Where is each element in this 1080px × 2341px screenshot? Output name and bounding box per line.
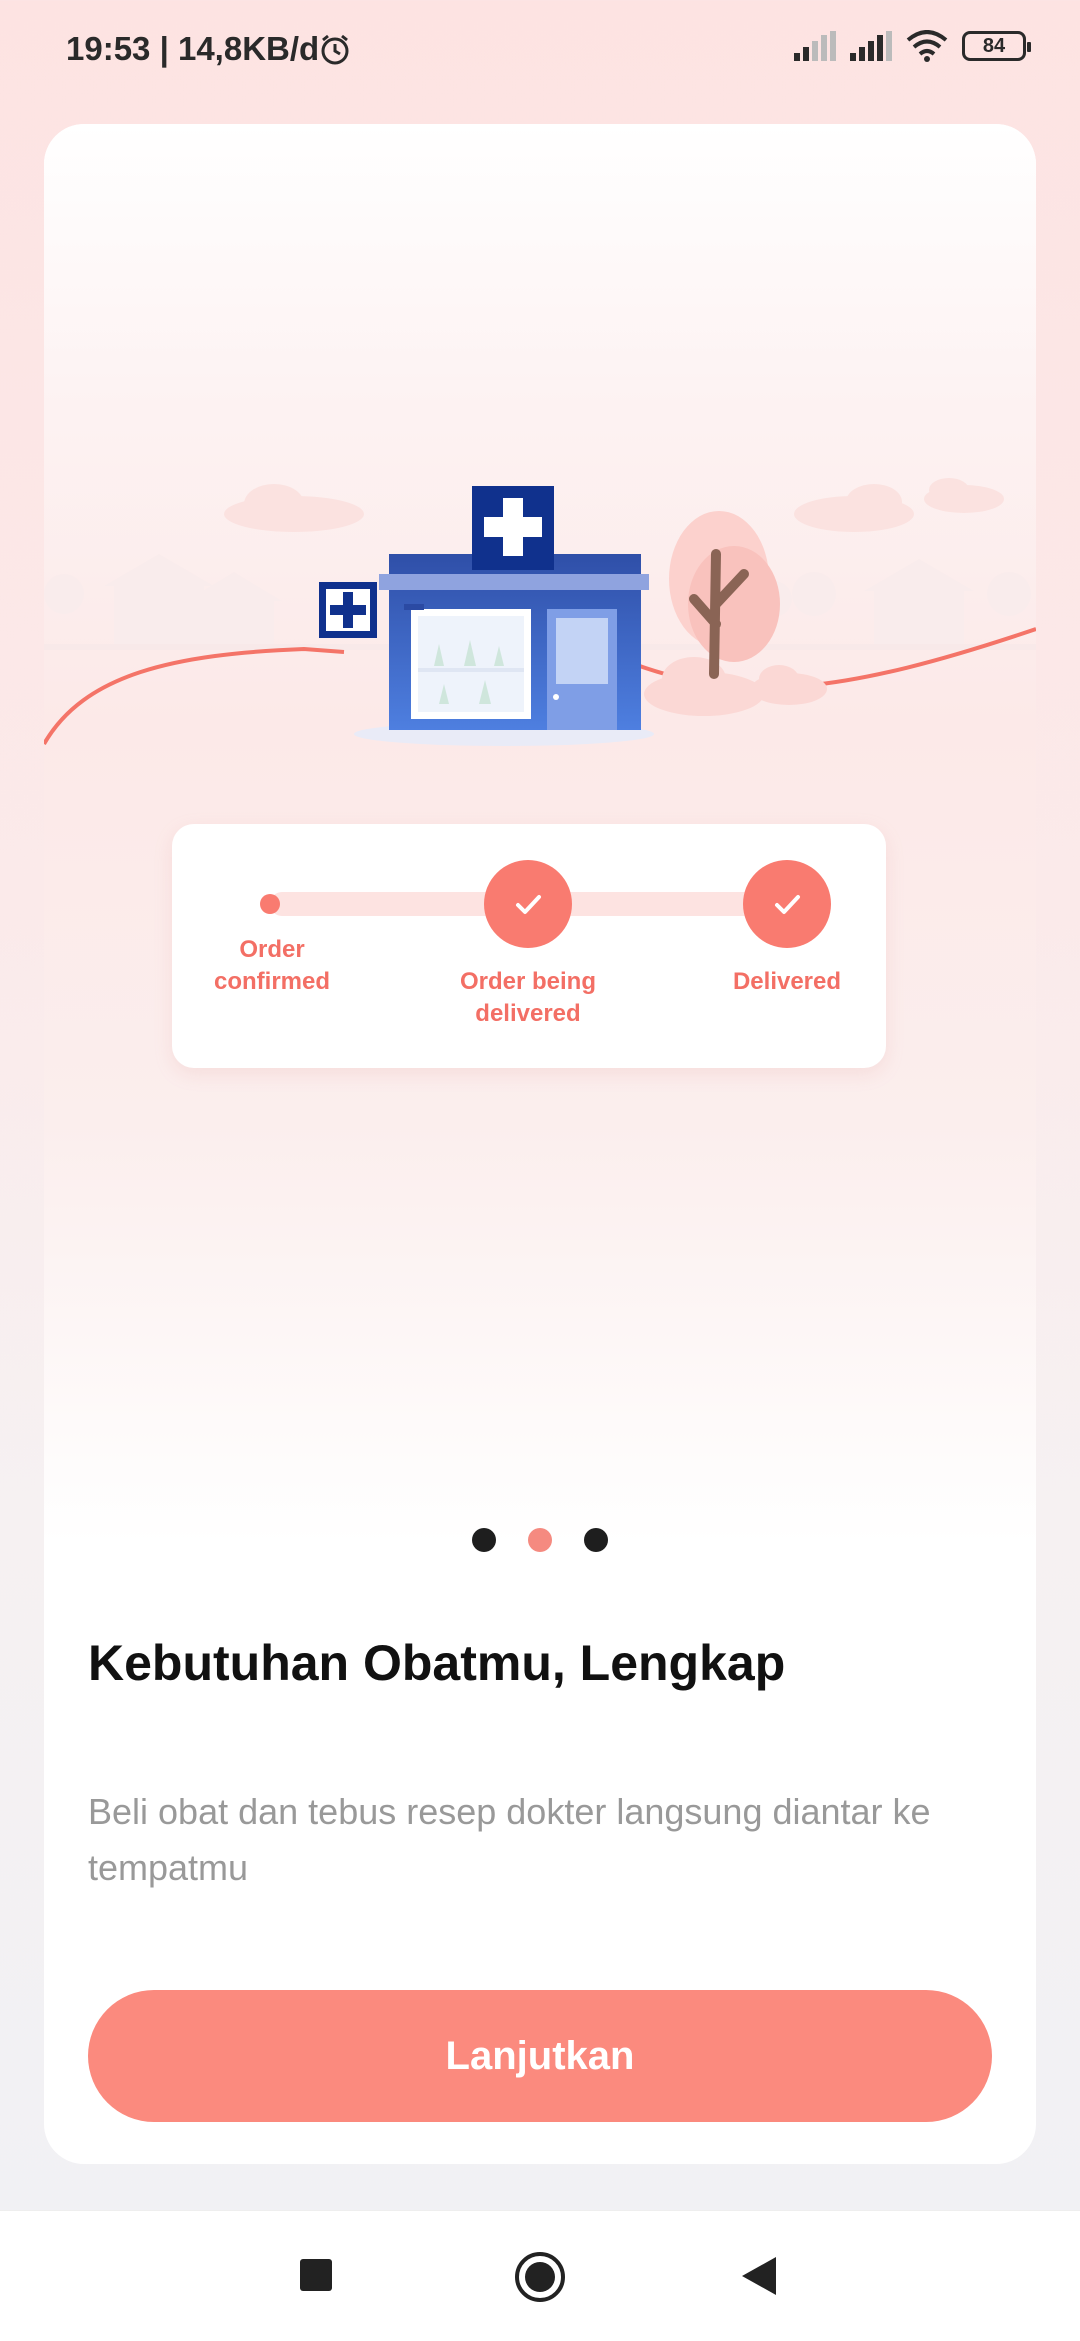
status-time: 19:53 | 14,8KB/d [66,30,320,67]
step-label: Order being delivered [459,968,597,1027]
recents-square-icon[interactable] [300,2259,332,2291]
signal-icon [850,31,892,61]
wifi-icon [906,30,948,62]
home-circle-icon[interactable] [514,2251,566,2303]
continue-button[interactable]: Lanjutkan [88,1990,992,2122]
onboarding-description: Beli obat dan tebus resep dokter langsun… [88,1791,931,1888]
check-icon [743,860,831,948]
step-label: Order confirmed [213,936,330,995]
system-navigation-bar [0,2210,1080,2341]
step-dot-confirmed [260,894,280,914]
signal-icon [794,31,836,61]
page-dot[interactable] [472,1528,496,1552]
page-dot-active[interactable] [528,1528,552,1552]
onboarding-title: Kebutuhan Obatmu, Lengkap [88,1635,786,1691]
battery-icon: 84 [962,31,1031,61]
page-indicator [44,1528,1036,1552]
status-bar: 19:53 | 14,8KB/d 84 [0,0,1080,100]
alarm-icon [321,34,349,65]
step-label: Delivered [732,968,842,995]
onboarding-card: Order confirmed Order being delivered De… [44,124,1036,2164]
back-triangle-icon[interactable] [742,2257,778,2295]
page-dot[interactable] [584,1528,608,1552]
check-icon [484,860,572,948]
delivery-tracker: Order confirmed Order being delivered De… [172,824,886,1068]
battery-level: 84 [982,34,1006,57]
